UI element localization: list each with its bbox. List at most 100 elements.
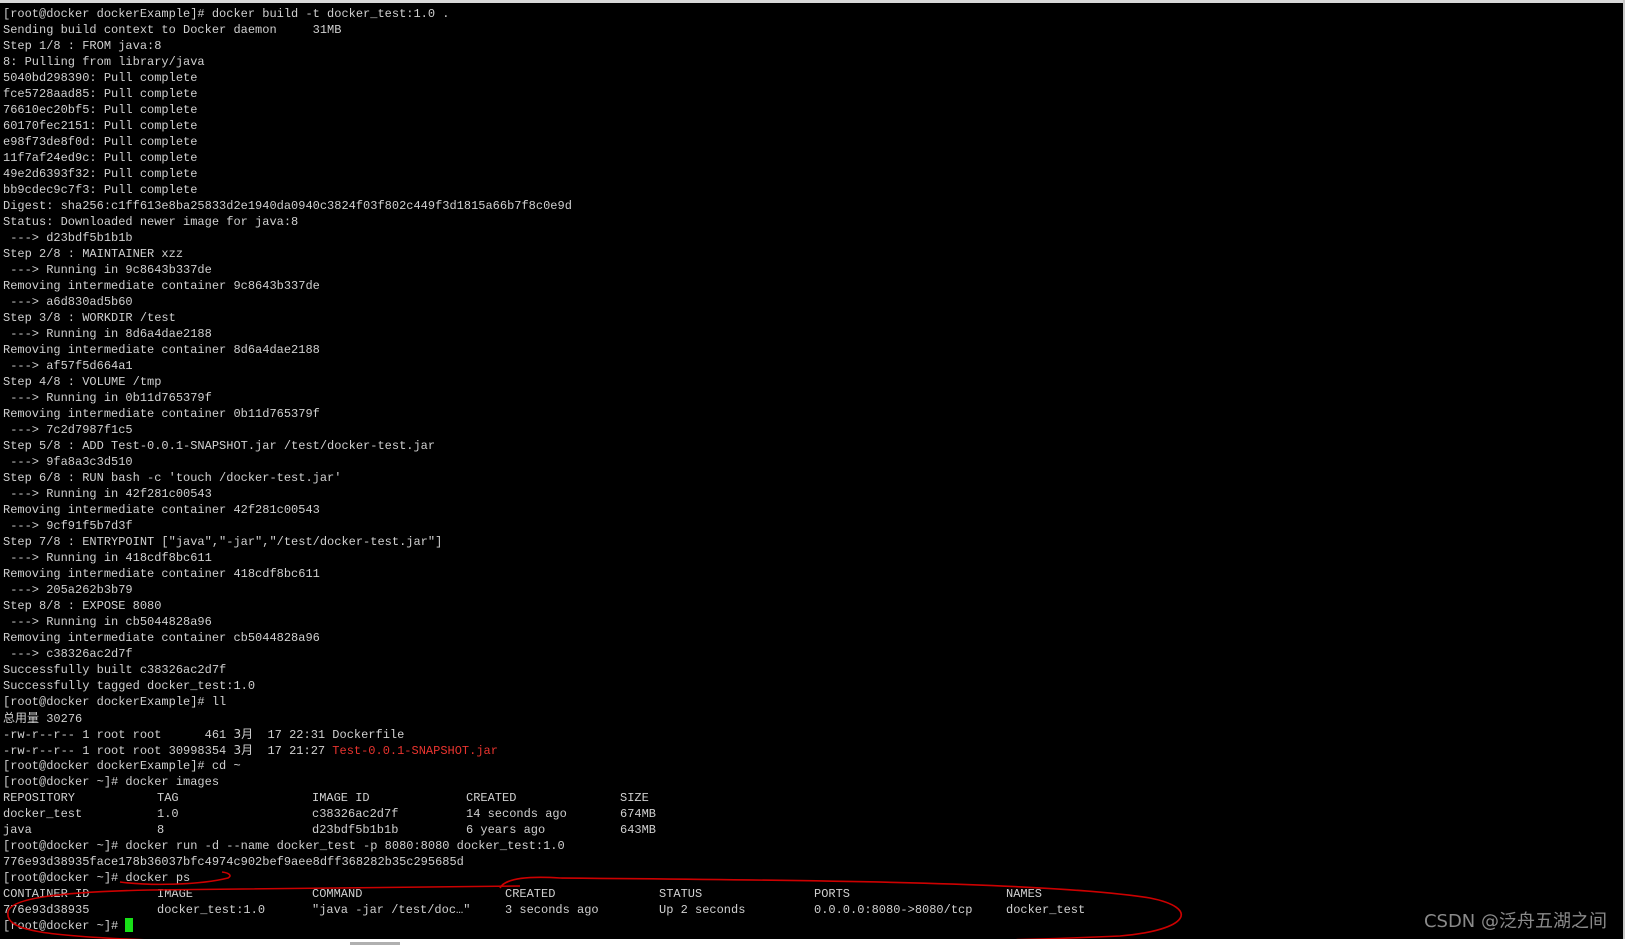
ps-header-image: IMAGE: [157, 887, 194, 901]
command-line-run: [root@docker ~]# docker run -d --name do…: [3, 839, 565, 853]
file-name-dockerfile: Dockerfile: [332, 728, 405, 742]
build-output-line: Removing intermediate container 9c8643b3…: [3, 279, 320, 293]
build-output-line: ---> 7c2d7987f1c5: [3, 423, 133, 437]
image-size: 674MB: [620, 807, 657, 821]
file-date: 17 21:27: [253, 744, 333, 758]
terminal-window[interactable]: [root@docker dockerExample]# docker buil…: [0, 0, 1625, 947]
image-id: d23bdf5b1b1b: [312, 823, 399, 837]
container-names: docker_test: [1006, 903, 1086, 917]
build-output-line: Step 1/8 : FROM java:8: [3, 39, 162, 53]
file-month: 3月: [233, 727, 254, 741]
build-output-line: Status: Downloaded newer image for java:…: [3, 215, 299, 229]
images-header-tag: TAG: [157, 791, 179, 805]
image-repository: java: [3, 823, 32, 837]
build-output-line: ---> 9cf91f5b7d3f: [3, 519, 133, 533]
image-id: c38326ac2d7f: [312, 807, 399, 821]
ps-header-container-id: CONTAINER ID: [3, 887, 90, 901]
build-output-line: Step 4/8 : VOLUME /tmp: [3, 375, 162, 389]
build-output-line: ---> Running in 8d6a4dae2188: [3, 327, 212, 341]
build-output-line: Digest: sha256:c1ff613e8ba25833d2e1940da…: [3, 199, 572, 213]
build-output-line: 60170fec2151: Pull complete: [3, 119, 198, 133]
build-output-line: e98f73de8f0d: Pull complete: [3, 135, 198, 149]
images-header-row: REPOSITORY TAG IMAGE ID CREATED SIZE: [3, 790, 649, 806]
build-output-line: Step 8/8 : EXPOSE 8080: [3, 599, 162, 613]
build-output-line: Successfully tagged docker_test:1.0: [3, 679, 256, 693]
prompt-line-active[interactable]: [root@docker ~]#: [3, 918, 572, 934]
terminal-output: [root@docker dockerExample]# docker buil…: [3, 6, 1085, 934]
run-container-hash: 776e93d38935face178b36037bfc4974c902bef9…: [3, 855, 464, 869]
build-output-line: bb9cdec9c7f3: Pull complete: [3, 183, 198, 197]
window-top-edge: [0, 0, 1625, 3]
file-perms-size: -rw-r--r-- 1 root root 30998354: [3, 744, 234, 758]
command-line-images: [root@docker ~]# docker images: [3, 775, 220, 789]
build-output-line: Step 2/8 : MAINTAINER xzz: [3, 247, 184, 261]
build-output-line: 49e2d6393f32: Pull complete: [3, 167, 198, 181]
text-cursor: [125, 918, 134, 932]
ps-table-row: 776e93d38935 docker_test:1.0 "java -jar …: [3, 902, 1085, 918]
images-header-image-id: IMAGE ID: [312, 791, 370, 805]
command-line-ps: [root@docker ~]# docker ps: [3, 871, 191, 885]
ll-file-row: -rw-r--r-- 1 root root 30998354 3月 17 21…: [3, 742, 572, 758]
container-status: Up 2 seconds: [659, 903, 746, 917]
command-line-cd: [root@docker dockerExample]# cd ~: [3, 759, 241, 773]
ll-total-line: 总用量 30276: [3, 710, 572, 726]
build-output-line: Step 3/8 : WORKDIR /test: [3, 311, 176, 325]
build-output-line: ---> Running in 0b11d765379f: [3, 391, 212, 405]
docker-build-output: [root@docker dockerExample]# docker buil…: [3, 6, 572, 710]
build-output-line: [root@docker dockerExample]# docker buil…: [3, 7, 450, 21]
build-output-line: ---> d23bdf5b1b1b: [3, 231, 133, 245]
build-output-line: fce5728aad85: Pull complete: [3, 87, 198, 101]
images-table-row: java 8 d23bdf5b1b1b 6 years ago 643MB: [3, 822, 656, 838]
build-output-line: Successfully built c38326ac2d7f: [3, 663, 227, 677]
image-tag: 1.0: [157, 807, 179, 821]
container-ports: 0.0.0.0:8080->8080/tcp: [814, 903, 973, 917]
ps-header-created: CREATED: [505, 887, 556, 901]
build-output-line: Removing intermediate container 8d6a4dae…: [3, 343, 320, 357]
build-output-line: Step 6/8 : RUN bash -c 'touch /docker-te…: [3, 471, 342, 485]
build-output-line: Removing intermediate container cb504482…: [3, 631, 320, 645]
build-output-line: Step 5/8 : ADD Test-0.0.1-SNAPSHOT.jar /…: [3, 439, 436, 453]
csdn-watermark: CSDN @泛舟五湖之间: [1423, 911, 1607, 932]
images-header-size: SIZE: [620, 791, 649, 805]
container-image: docker_test:1.0: [157, 903, 266, 917]
ps-header-command: COMMAND: [312, 887, 363, 901]
ps-header-status: STATUS: [659, 887, 703, 901]
build-output-line: Removing intermediate container 418cdf8b…: [3, 567, 320, 581]
ps-header-names: NAMES: [1006, 887, 1043, 901]
build-output-line: ---> Running in 9c8643b337de: [3, 263, 212, 277]
images-table-row: docker_test 1.0 c38326ac2d7f 14 seconds …: [3, 806, 656, 822]
container-id: 776e93d38935: [3, 903, 90, 917]
ll-file-row: -rw-r--r-- 1 root root 461 3月 17 22:31 D…: [3, 726, 572, 742]
build-output-line: ---> 9fa8a3c3d510: [3, 455, 133, 469]
build-output-line: 8: Pulling from library/java: [3, 55, 205, 69]
file-name-jar: Test-0.0.1-SNAPSHOT.jar: [332, 744, 498, 758]
build-output-line: Step 7/8 : ENTRYPOINT ["java","-jar","/t…: [3, 535, 443, 549]
build-output-line: ---> Running in 42f281c00543: [3, 487, 212, 501]
file-date: 17 22:31: [253, 728, 333, 742]
image-repository: docker_test: [3, 807, 83, 821]
images-header-repository: REPOSITORY: [3, 791, 76, 805]
build-output-line: 5040bd298390: Pull complete: [3, 71, 198, 85]
build-output-line: ---> c38326ac2d7f: [3, 647, 133, 661]
build-output-line: Removing intermediate container 42f281c0…: [3, 503, 320, 517]
window-bottom-bar: [0, 939, 1625, 947]
image-tag: 8: [157, 823, 165, 837]
ps-header-ports: PORTS: [814, 887, 851, 901]
build-output-line: [root@docker dockerExample]# ll: [3, 695, 227, 709]
container-command: "java -jar /test/doc…": [312, 903, 471, 917]
build-output-line: ---> Running in cb5044828a96: [3, 615, 212, 629]
build-output-line: ---> a6d830ad5b60: [3, 295, 133, 309]
build-output-line: 76610ec20bf5: Pull complete: [3, 103, 198, 117]
build-output-line: Sending build context to Docker daemon 3…: [3, 23, 342, 37]
build-output-line: ---> Running in 418cdf8bc611: [3, 551, 212, 565]
ps-header-row: CONTAINER ID IMAGE COMMAND CREATED STATU…: [3, 886, 1042, 902]
container-created: 3 seconds ago: [505, 903, 599, 917]
scrollbar-thumb[interactable]: [350, 942, 400, 945]
build-output-line: ---> 205a262b3b79: [3, 583, 133, 597]
images-header-created: CREATED: [466, 791, 517, 805]
image-size: 643MB: [620, 823, 657, 837]
file-perms-size: -rw-r--r-- 1 root root 461: [3, 728, 234, 742]
image-created: 14 seconds ago: [466, 807, 567, 821]
build-output-line: ---> af57f5d664a1: [3, 359, 133, 373]
image-created: 6 years ago: [466, 823, 546, 837]
